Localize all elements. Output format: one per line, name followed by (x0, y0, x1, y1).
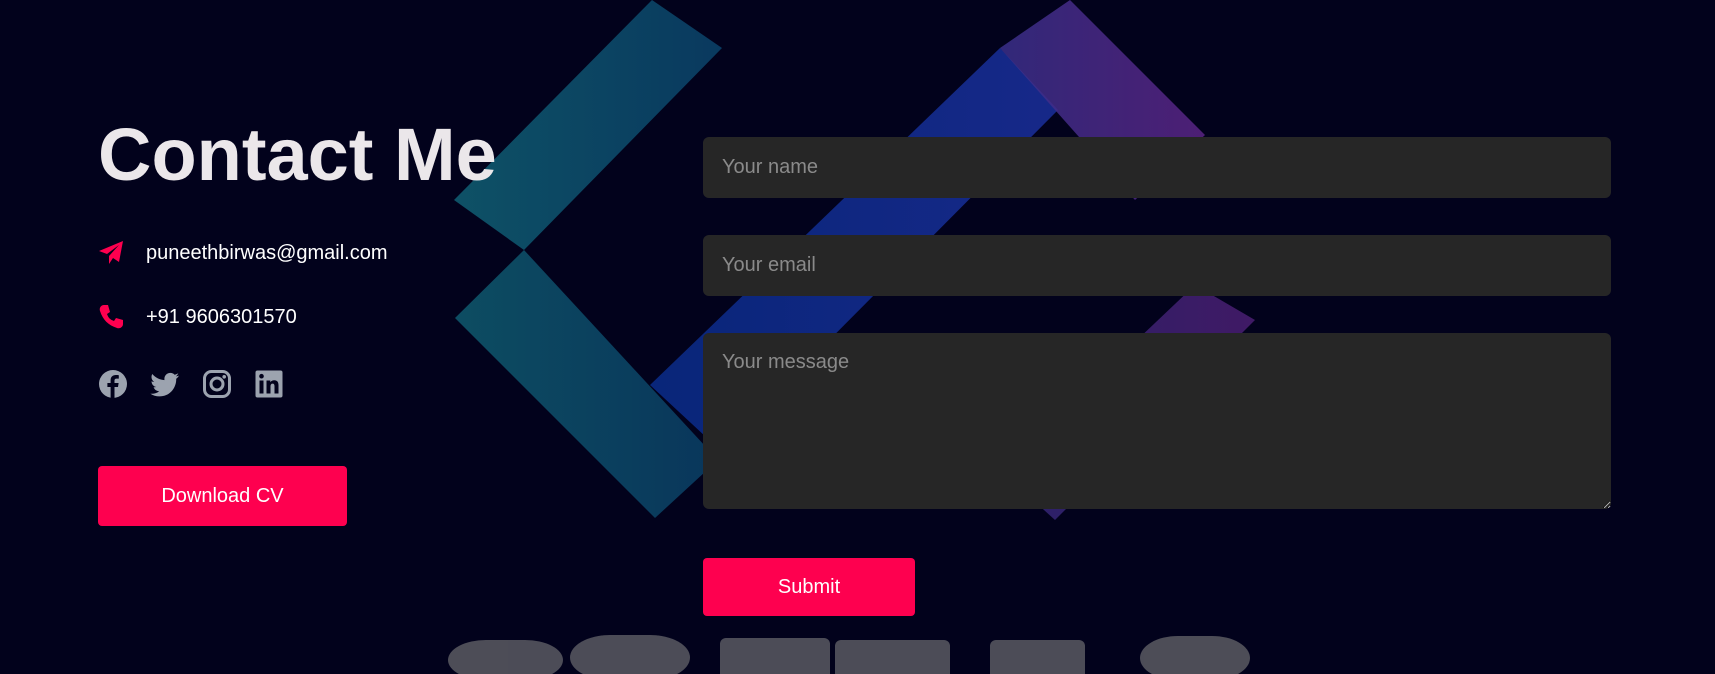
phone-text: +91 9606301570 (146, 305, 297, 328)
phone-icon (99, 305, 123, 329)
social-links (98, 369, 306, 399)
paper-plane-icon (99, 241, 123, 264)
instagram-icon[interactable] (202, 369, 232, 399)
twitter-icon[interactable] (150, 369, 180, 399)
phone-row: +91 9606301570 (98, 304, 297, 330)
message-textarea[interactable] (703, 333, 1611, 509)
facebook-icon[interactable] (98, 369, 128, 399)
email-text: puneethbirwas@gmail.com (146, 241, 388, 264)
email-input[interactable] (703, 235, 1611, 296)
download-cv-button[interactable]: Download CV (98, 466, 347, 526)
submit-button[interactable]: Submit (703, 558, 915, 616)
email-row: puneethbirwas@gmail.com (98, 240, 388, 266)
name-input[interactable] (703, 137, 1611, 198)
linkedin-icon[interactable] (254, 369, 284, 399)
page-title: Contact Me (98, 113, 497, 196)
contact-section: Contact Me puneethbirwas@gmail.com +91 9… (0, 0, 1715, 674)
